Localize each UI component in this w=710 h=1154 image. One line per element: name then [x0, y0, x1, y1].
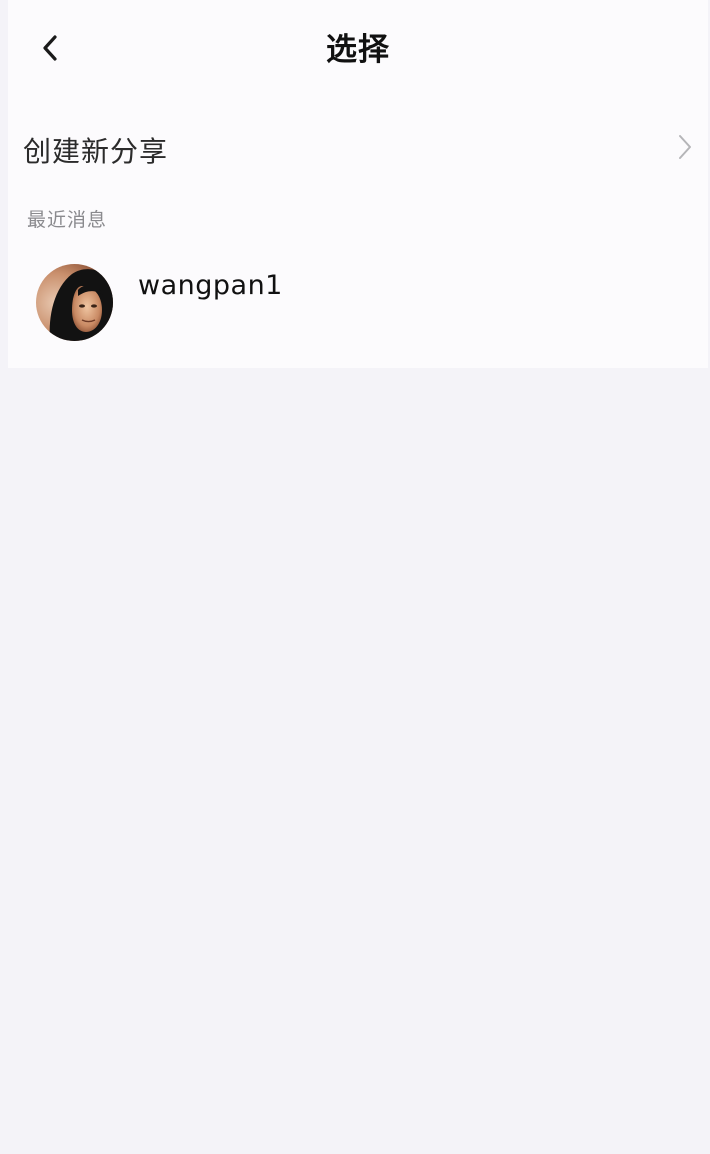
create-new-share-row[interactable]: 创建新分享: [8, 110, 708, 186]
chevron-right-icon: [679, 135, 691, 159]
avatar: [36, 264, 113, 341]
contact-list-item[interactable]: wangpan1: [8, 250, 708, 354]
recent-messages-header: 最近消息: [27, 209, 108, 231]
navigation-bar: 选择: [8, 0, 708, 92]
contact-name: wangpan1: [138, 270, 283, 301]
create-new-share-label: 创建新分享: [23, 135, 169, 168]
page-title: 选择: [326, 32, 390, 68]
content-panel: 选择 创建新分享 最近消息 wangpan1: [8, 0, 708, 368]
